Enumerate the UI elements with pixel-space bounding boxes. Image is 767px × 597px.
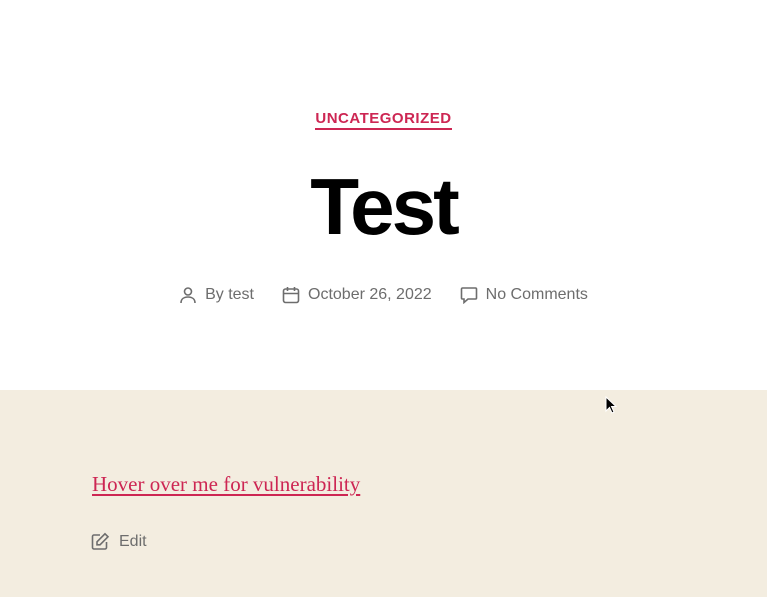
post-meta: By test October 26, 2022 No Comments [0, 286, 767, 304]
comments-link[interactable]: No Comments [486, 286, 588, 304]
edit-link[interactable]: Edit [91, 532, 147, 551]
edit-icon [91, 532, 110, 550]
comment-icon [460, 287, 477, 304]
edit-label: Edit [119, 532, 147, 550]
date-link[interactable]: October 26, 2022 [308, 286, 432, 304]
meta-author: By test [179, 286, 254, 304]
calendar-icon [282, 287, 300, 304]
meta-date: October 26, 2022 [282, 286, 432, 304]
mouse-cursor-icon [605, 396, 617, 414]
post-title: Test [310, 162, 460, 251]
post-header: UNCATEGORIZED Test By test October 26, 2… [0, 0, 767, 390]
meta-comments: No Comments [460, 286, 588, 304]
person-icon [180, 287, 196, 304]
category-link-wrap: UNCATEGORIZED [0, 110, 767, 130]
vulnerability-link[interactable]: Hover over me for vulnerability [92, 472, 360, 497]
category-link[interactable]: UNCATEGORIZED [315, 110, 452, 130]
author-link[interactable]: By test [205, 286, 254, 304]
